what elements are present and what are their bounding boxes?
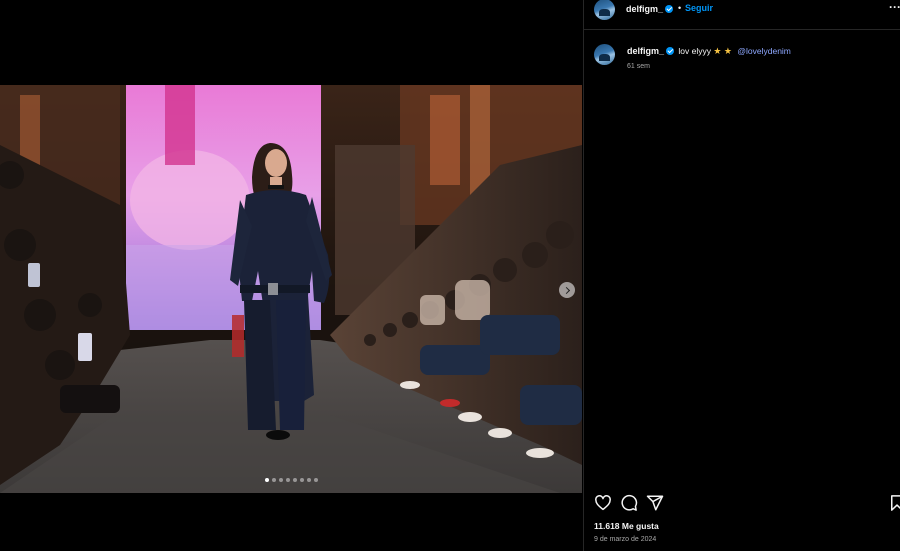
bookmark-icon [891, 495, 900, 511]
carousel-dot [271, 478, 276, 482]
post-photo[interactable] [0, 85, 582, 493]
chevron-right-icon [562, 286, 570, 294]
carousel-dot [264, 478, 269, 482]
caption-mention-link[interactable]: @lovelydenim [737, 46, 791, 56]
heart-icon [595, 495, 611, 511]
author-username[interactable]: delfigm_ [626, 4, 663, 14]
media-pane [0, 0, 583, 551]
save-button[interactable] [888, 494, 900, 512]
comment-button[interactable] [620, 494, 638, 512]
share-icon [646, 495, 664, 511]
carousel-dot [278, 478, 283, 482]
verified-badge-icon [666, 46, 675, 55]
like-button[interactable] [594, 494, 612, 512]
post-date[interactable]: 9 de marzo de 2024 [594, 536, 656, 543]
carousel-dot [299, 478, 304, 482]
verified-badge-icon [665, 4, 673, 13]
caption-time-ago[interactable]: 61 sem [627, 63, 650, 70]
separator-dot: • [678, 3, 682, 13]
post-side-pane: delfigm_ • Seguir ··· delfigm_ lov elyyy… [583, 0, 900, 551]
post-actions [584, 494, 900, 514]
runway-photo-illustration [0, 85, 582, 493]
carousel-dot [292, 478, 297, 482]
avatar[interactable] [594, 0, 615, 20]
comment-icon [621, 494, 638, 511]
caption-line: delfigm_ lov elyyy ★ ★ @lovelydenim [627, 46, 791, 57]
carousel-dot [313, 478, 318, 482]
share-button[interactable] [646, 494, 664, 512]
carousel-indicator [0, 478, 582, 482]
caption-username[interactable]: delfigm_ [627, 46, 664, 56]
carousel-next-button[interactable] [559, 282, 575, 298]
carousel-dot [285, 478, 290, 482]
carousel-dot [306, 478, 311, 482]
caption-avatar[interactable] [594, 44, 615, 65]
caption-text: lov elyyy [678, 46, 711, 56]
follow-button[interactable]: Seguir [685, 3, 713, 13]
likes-count[interactable]: 11.618 Me gusta [594, 521, 659, 531]
caption-stars: ★ ★ [713, 46, 732, 56]
more-options-icon[interactable]: ··· [889, 0, 900, 14]
post-header: delfigm_ • Seguir ··· [584, 0, 900, 30]
